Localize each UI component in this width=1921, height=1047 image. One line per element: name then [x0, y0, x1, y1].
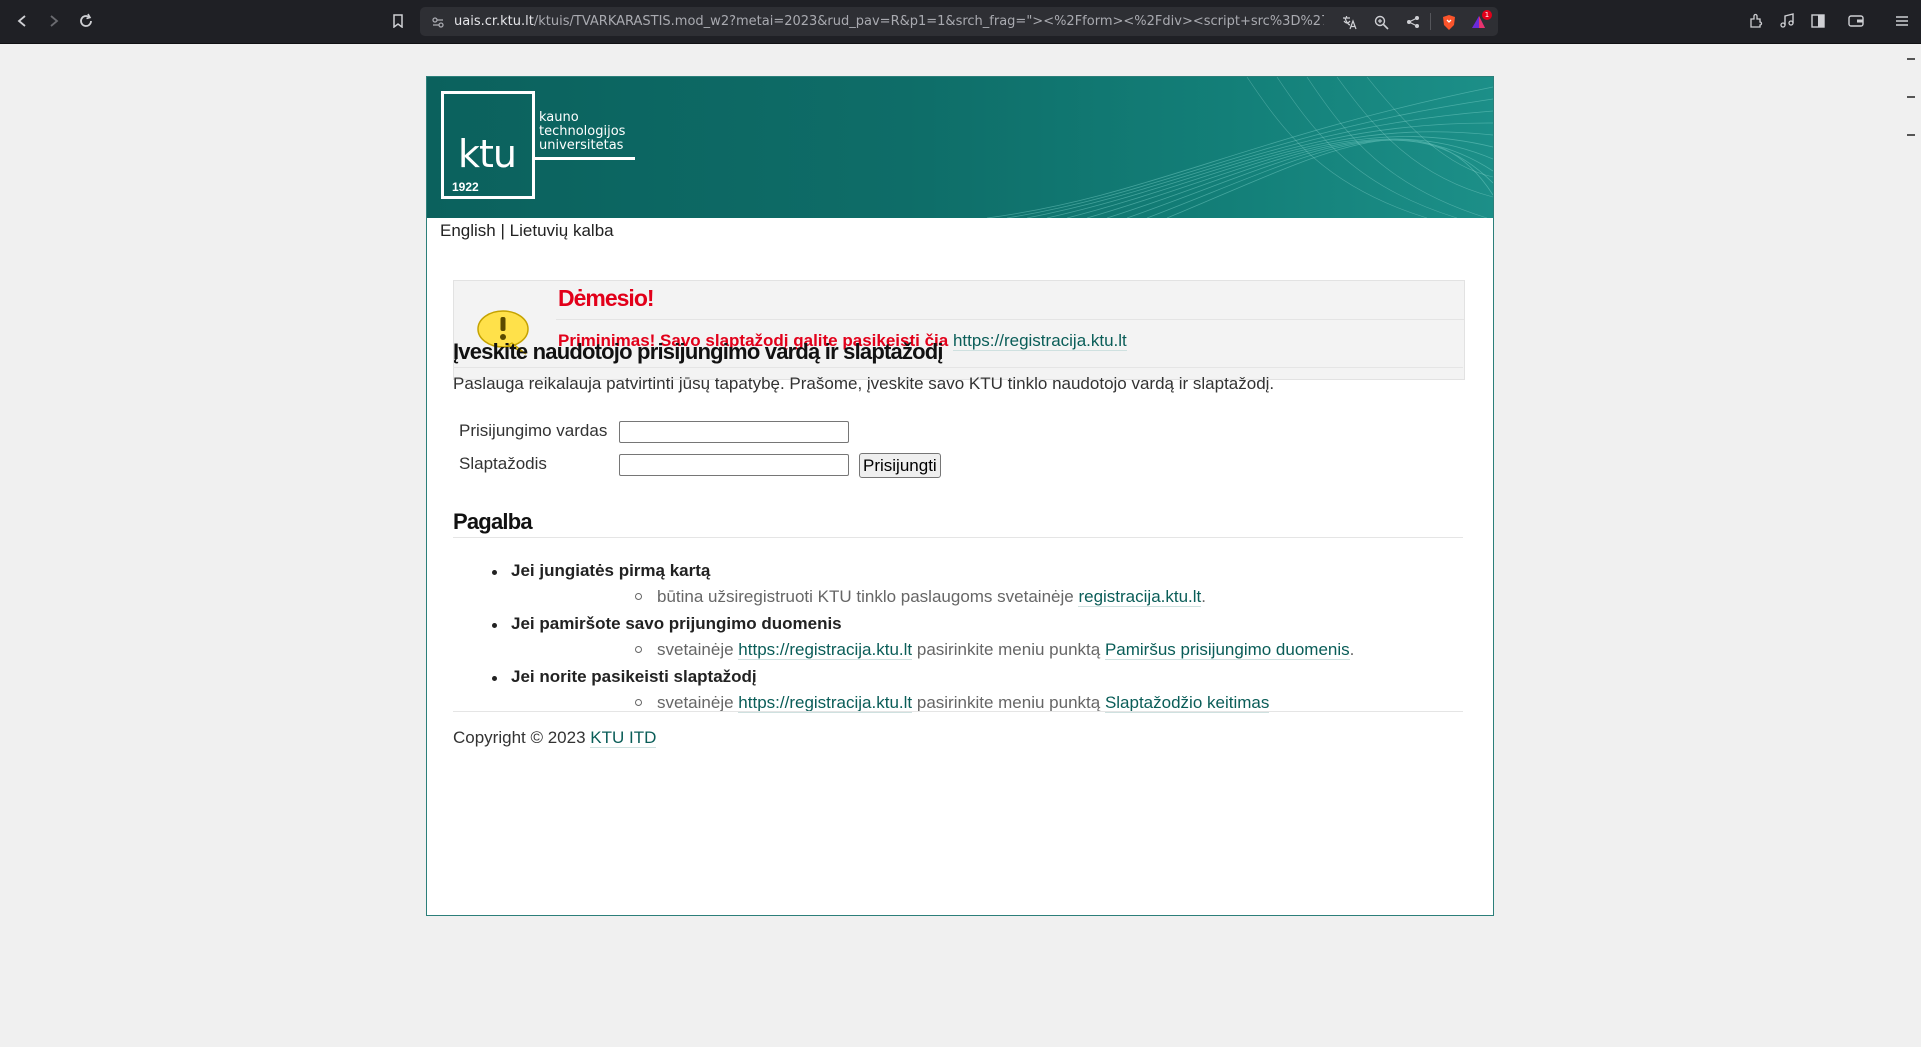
- media-icon[interactable]: [1778, 12, 1796, 30]
- help-answer-text: svetainėje: [657, 693, 734, 712]
- help-rule: [453, 537, 1463, 538]
- ktu-logo[interactable]: ktu 1922: [441, 91, 535, 199]
- help-question: Jei norite pasikeisti slaptažodį: [511, 667, 757, 686]
- bookmark-icon[interactable]: [388, 11, 408, 31]
- username-input[interactable]: [619, 421, 849, 443]
- language-switcher: English | Lietuvių kalba: [440, 221, 614, 241]
- reload-icon[interactable]: [76, 11, 96, 31]
- brave-shield-icon[interactable]: [1440, 13, 1458, 31]
- help-answer-text: pasirinkite meniu punktą: [916, 693, 1101, 712]
- forward-icon[interactable]: [44, 11, 64, 31]
- url-text[interactable]: uais.cr.ktu.lt/ktuis/TVARKARASTIS.mod_w2…: [454, 14, 1324, 29]
- help-answer-suffix: .: [1201, 587, 1207, 606]
- brave-rewards-icon[interactable]: 1: [1470, 10, 1492, 31]
- translate-icon[interactable]: [1340, 13, 1358, 31]
- password-label: Slaptažodis: [459, 454, 547, 473]
- footer-copyright: Copyright © 2023 KTU ITD: [453, 728, 657, 748]
- notice-divider: [556, 319, 1464, 320]
- menu-icon[interactable]: [1893, 12, 1911, 30]
- help-answer-text: pasirinkite meniu punktą: [916, 640, 1101, 659]
- url-path: /ktuis/TVARKARASTIS.mod_w2?metai=2023&ru…: [533, 14, 1324, 29]
- help-list: Jei jungiatės pirmą kartą būtina užsireg…: [453, 560, 1453, 719]
- help-answer: svetainėje https://registracija.ktu.lt p…: [511, 692, 1453, 713]
- login-heading: Įveskite naudotojo prisijungimo vardą ir…: [453, 339, 944, 364]
- help-heading: Pagalba: [453, 509, 533, 534]
- login-description: Paslauga reikalauja patvirtinti jūsų tap…: [453, 374, 1275, 393]
- login-page: ktu 1922 kauno technologijos universitet…: [426, 76, 1494, 916]
- logo-word: technologijos: [539, 124, 626, 139]
- scrollbar-markers[interactable]: [1907, 58, 1917, 172]
- logo-year: 1922: [452, 180, 479, 194]
- help-answer-suffix: .: [1349, 640, 1355, 659]
- logo-underline: [535, 157, 635, 160]
- notice-title: Dėmesio!: [558, 285, 655, 311]
- divider: [1430, 13, 1431, 30]
- logo-word: kauno: [539, 110, 579, 125]
- lang-separator: |: [500, 221, 505, 240]
- footer-rule: [453, 711, 1463, 712]
- browser-toolbar: uais.cr.ktu.lt/ktuis/TVARKARASTIS.mod_w2…: [0, 0, 1921, 44]
- help-registration-link[interactable]: https://registracija.ktu.lt: [738, 693, 913, 713]
- logo-word: universitetas: [539, 138, 624, 153]
- url-host: uais.cr.ktu.lt: [454, 14, 534, 29]
- password-input[interactable]: [619, 454, 849, 476]
- help-forgot-credentials-link[interactable]: Pamiršus prisijungimo duomenis: [1104, 640, 1350, 660]
- logo-university-name: kauno technologijos universitetas: [539, 111, 625, 153]
- help-password-change-link[interactable]: Slaptažodžio keitimas: [1104, 693, 1270, 713]
- username-label: Prisijungimo vardas: [459, 421, 608, 440]
- copyright-text: Copyright © 2023: [453, 728, 586, 747]
- lang-lithuanian-link[interactable]: Lietuvių kalba: [510, 221, 614, 240]
- help-registration-link[interactable]: https://registracija.ktu.lt: [738, 640, 913, 660]
- login-button[interactable]: Prisijungti: [859, 453, 941, 478]
- help-registration-link[interactable]: registracija.ktu.lt: [1078, 587, 1202, 607]
- help-answer: būtina užsiregistruoti KTU tinklo paslau…: [511, 586, 1453, 607]
- help-question: Jei jungiatės pirmą kartą: [511, 561, 711, 580]
- rewards-badge: 1: [1482, 10, 1492, 20]
- share-icon[interactable]: [1404, 13, 1422, 31]
- footer-itd-link[interactable]: KTU ITD: [590, 728, 657, 748]
- extensions-icon[interactable]: [1747, 12, 1765, 30]
- notice-registration-link[interactable]: https://registracija.ktu.lt: [952, 331, 1127, 351]
- help-answer-text: būtina užsiregistruoti KTU tinklo paslau…: [657, 587, 1074, 606]
- wallet-icon[interactable]: [1847, 12, 1865, 30]
- logo-ktu-text: ktu: [458, 132, 517, 176]
- site-info-icon[interactable]: [429, 13, 447, 31]
- lang-english-link[interactable]: English: [440, 221, 496, 240]
- help-item: Jei jungiatės pirmą kartą būtina užsireg…: [453, 560, 1453, 613]
- sidebar-icon[interactable]: [1809, 12, 1827, 30]
- help-answer-text: svetainėje: [657, 640, 734, 659]
- address-bar[interactable]: uais.cr.ktu.lt/ktuis/TVARKARASTIS.mod_w2…: [420, 7, 1498, 36]
- help-answer: svetainėje https://registracija.ktu.lt p…: [511, 639, 1453, 660]
- header-banner: ktu 1922 kauno technologijos universitet…: [427, 77, 1493, 218]
- help-question: Jei pamiršote savo prijungimo duomenis: [511, 614, 842, 633]
- notice-box: Dėmesio! Priminimas! Savo slaptažodį gal…: [453, 280, 1465, 380]
- back-icon[interactable]: [12, 11, 32, 31]
- heading-rule: [453, 367, 1463, 368]
- zoom-icon[interactable]: [1372, 13, 1390, 31]
- help-item: Jei pamiršote savo prijungimo duomenis s…: [453, 613, 1453, 666]
